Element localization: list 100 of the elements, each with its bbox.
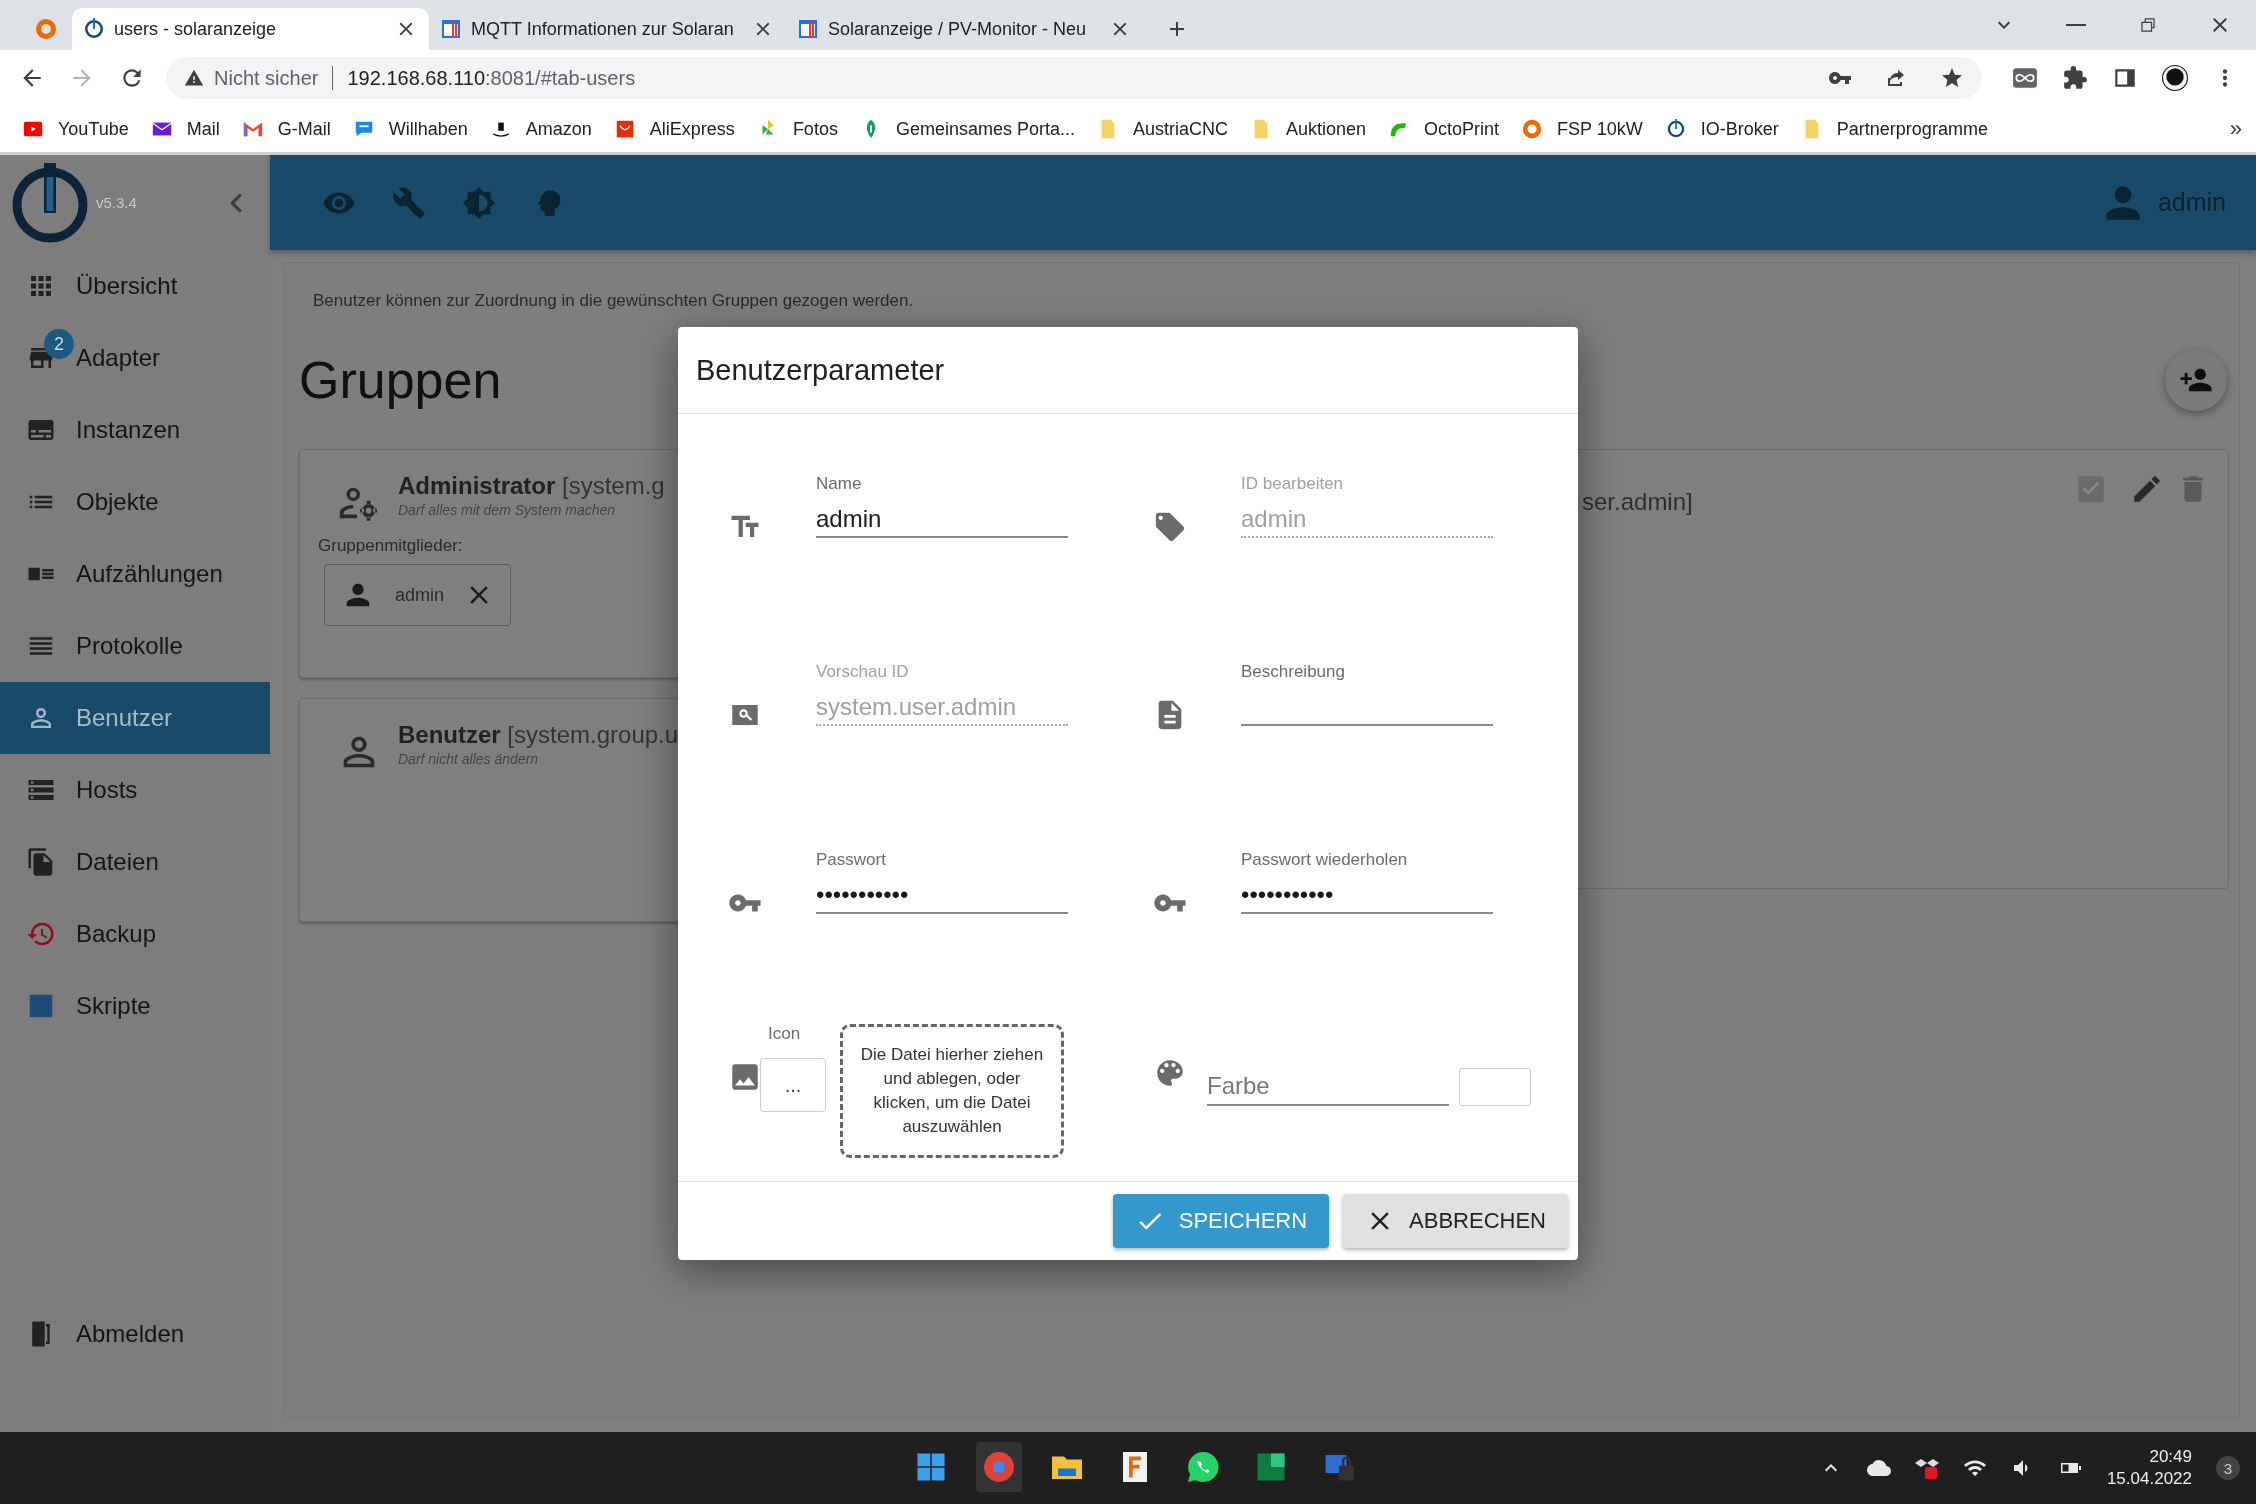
- field-label: Passwort wiederholen: [1241, 850, 1409, 870]
- input-field[interactable]: Beschreibung: [1241, 662, 1493, 726]
- bookmark-link[interactable]: AliExpress: [613, 118, 735, 140]
- minimize-icon: [2066, 24, 2086, 26]
- member-name: admin: [395, 584, 445, 606]
- sidebar-item[interactable]: Protokolle: [0, 610, 270, 682]
- collapse-button[interactable]: [230, 192, 242, 213]
- member-chip[interactable]: admin: [324, 564, 512, 626]
- group-title: Administrator [system.g: [398, 472, 665, 500]
- field-value: •••••••••••: [1241, 882, 1335, 908]
- drop-zone[interactable]: Die Datei hierher ziehen und ablegen, oder klicken, um die Datei auszuwählen: [840, 1024, 1064, 1158]
- sidebar-label: Skripte: [76, 992, 151, 1020]
- bookmark-link[interactable]: Auktionen: [1250, 118, 1367, 140]
- sidebar-label: Instanzen: [76, 416, 181, 444]
- notification-badge[interactable]: 3: [2216, 1456, 2240, 1480]
- group-description: Darf alles mit dem System machen: [398, 502, 617, 518]
- bookmark-link[interactable]: OctoPrint: [1388, 118, 1500, 140]
- wrench-icon: [392, 185, 426, 220]
- field-value: admin: [1241, 506, 1308, 532]
- hint-text: Benutzer können zur Zuordnung in die gewünschten Gruppen gezogen werden.: [313, 291, 915, 311]
- field-label: Name: [816, 474, 863, 494]
- user-title: ser.admin]: [1582, 488, 1693, 516]
- field-label: ID bearbeiten: [1241, 474, 1345, 494]
- field-label: Passwort: [816, 850, 887, 870]
- sidebar-item[interactable]: Hosts: [0, 754, 270, 826]
- field-value: system.user.admin: [816, 694, 1018, 720]
- color-swatch[interactable]: [1459, 1068, 1531, 1106]
- bookmark-link[interactable]: Gemeinsames Porta...: [859, 118, 1075, 140]
- bookmark-link[interactable]: IO-Broker: [1664, 118, 1779, 140]
- avatar-icon[interactable]: [2162, 65, 2188, 91]
- box-icon[interactable]: [1914, 1456, 1939, 1480]
- browser-tab[interactable]: Solaranzeige / PV-Monitor - Neu: [786, 8, 1143, 50]
- sidebar-item[interactable]: Skripte: [0, 970, 270, 1042]
- field-label: Icon: [768, 1024, 801, 1044]
- version-label: v5.3.4: [96, 194, 137, 211]
- power-icon: [82, 17, 106, 41]
- sidebar-item[interactable]: 2 Adapter: [0, 322, 270, 394]
- puzzle-icon[interactable]: [2062, 65, 2088, 91]
- sidebar-item[interactable]: Objekte: [0, 466, 270, 538]
- dialog-title: Benutzerparameter: [678, 327, 1578, 414]
- count-badge: 2: [44, 329, 74, 359]
- bookmark-link[interactable]: Willhaben: [352, 118, 468, 140]
- group-description: Darf nicht alles ändern: [398, 751, 540, 767]
- browser-app-button[interactable]: [976, 1442, 1022, 1492]
- security-label: Nicht sicher: [214, 66, 319, 90]
- bookmark-link[interactable]: FSP 10kW: [1521, 118, 1643, 140]
- sidebar-label: Dateien: [76, 848, 159, 876]
- cancel-button[interactable]: ABBRECHEN: [1343, 1194, 1568, 1248]
- address-bar[interactable]: Nicht sicher 192.168.68.110:8081/#tab-users: [166, 57, 1982, 99]
- table-icon: [796, 17, 820, 41]
- tab-title: users - solaranzeige: [114, 18, 278, 40]
- bookmark-link[interactable]: Amazon: [489, 118, 592, 140]
- sidebar-item[interactable]: Aufzählungen: [0, 538, 270, 610]
- swirl-icon: [1521, 118, 1544, 140]
- tab-title: MQTT Informationen zur Solaran: [471, 18, 735, 40]
- input-field[interactable]: Passwort wiederholen •••••••••••: [1241, 850, 1493, 914]
- warning-icon: [184, 68, 204, 88]
- table-icon: [439, 17, 463, 41]
- browser-tab[interactable]: users - solaranzeige: [72, 8, 429, 50]
- swirl-icon: [34, 17, 58, 41]
- add-user-button[interactable]: [2165, 349, 2227, 411]
- chevron-left-icon: [230, 192, 242, 213]
- sidebar-label: Objekte: [76, 488, 159, 516]
- sidebar-item[interactable]: Übersicht: [0, 250, 270, 322]
- field-value: •••••••••••: [816, 882, 910, 908]
- sidebar-label: Protokolle: [76, 632, 183, 660]
- logo-icon: [10, 162, 90, 243]
- bookmark-link[interactable]: Partnerprogramme: [1800, 118, 1988, 140]
- restore-icon: [2138, 15, 2158, 35]
- sidebar-item[interactable]: Dateien: [0, 826, 270, 898]
- time-text: 20:49: [2149, 1446, 2192, 1468]
- bookmark-link[interactable]: YouTube: [22, 118, 129, 140]
- members-label: Gruppenmitglieder:: [318, 536, 464, 556]
- infinity-icon[interactable]: [2012, 65, 2038, 91]
- star-icon[interactable]: [1940, 66, 1964, 90]
- clock[interactable]: 20:49 15.04.2022: [2106, 1446, 2192, 1490]
- tag-icon: [1153, 510, 1187, 544]
- more-bookmarks-button[interactable]: »: [2229, 116, 2242, 142]
- sidebar-item[interactable]: Backup: [0, 898, 270, 970]
- brightness-icon: [462, 185, 496, 220]
- bookmark-link[interactable]: G-Mail: [241, 118, 331, 140]
- input-field[interactable]: Passwort •••••••••••: [816, 850, 1068, 914]
- browse-button[interactable]: ...: [760, 1058, 826, 1112]
- sidebar-item[interactable]: Benutzer: [0, 682, 270, 754]
- chat-icon: [1185, 1449, 1221, 1485]
- sidebar-label: Abmelden: [76, 1320, 185, 1348]
- logout-item[interactable]: Abmelden: [0, 1298, 270, 1370]
- sidebar-item[interactable]: Instanzen: [0, 394, 270, 466]
- field-value: admin: [816, 506, 883, 532]
- page-heading: Gruppen: [299, 350, 502, 410]
- input-field[interactable]: Name admin: [816, 474, 1068, 538]
- sidebar-label: Benutzer: [76, 704, 173, 732]
- bookmark-link[interactable]: Mail: [150, 118, 220, 140]
- field-label: Beschreibung: [1241, 662, 1346, 682]
- bookmark-link[interactable]: AustriaCNC: [1097, 118, 1228, 140]
- field-label: Vorschau ID: [816, 662, 910, 682]
- sidebar-label: Adapter: [76, 344, 161, 372]
- browser-tab[interactable]: MQTT Informationen zur Solaran: [429, 8, 786, 50]
- sidebar-label: Hosts: [76, 776, 138, 804]
- bookmark-link[interactable]: Fotos: [756, 118, 838, 140]
